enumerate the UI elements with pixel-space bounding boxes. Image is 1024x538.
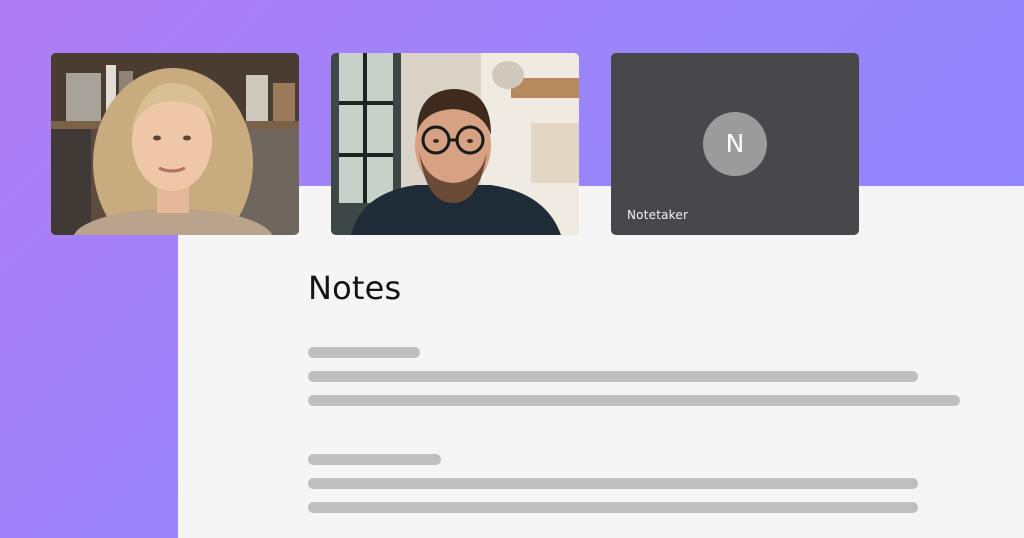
participant-name-label: Notetaker bbox=[627, 208, 689, 222]
participant-video-woman bbox=[51, 53, 299, 235]
participant-video-tile-1[interactable] bbox=[51, 53, 299, 235]
placeholder-text-line bbox=[308, 371, 918, 382]
placeholder-text-line bbox=[308, 395, 960, 406]
placeholder-heading-line-2 bbox=[308, 454, 441, 465]
placeholder-text-line bbox=[308, 502, 918, 513]
participant-tile-notetaker[interactable]: N Notetaker bbox=[611, 53, 859, 235]
avatar: N bbox=[703, 112, 767, 176]
participant-video-tile-2[interactable] bbox=[331, 53, 579, 235]
placeholder-text-line bbox=[308, 478, 918, 489]
placeholder-heading-line-1 bbox=[308, 347, 420, 358]
notes-title: Notes bbox=[308, 269, 402, 307]
participant-video-man bbox=[331, 53, 579, 235]
